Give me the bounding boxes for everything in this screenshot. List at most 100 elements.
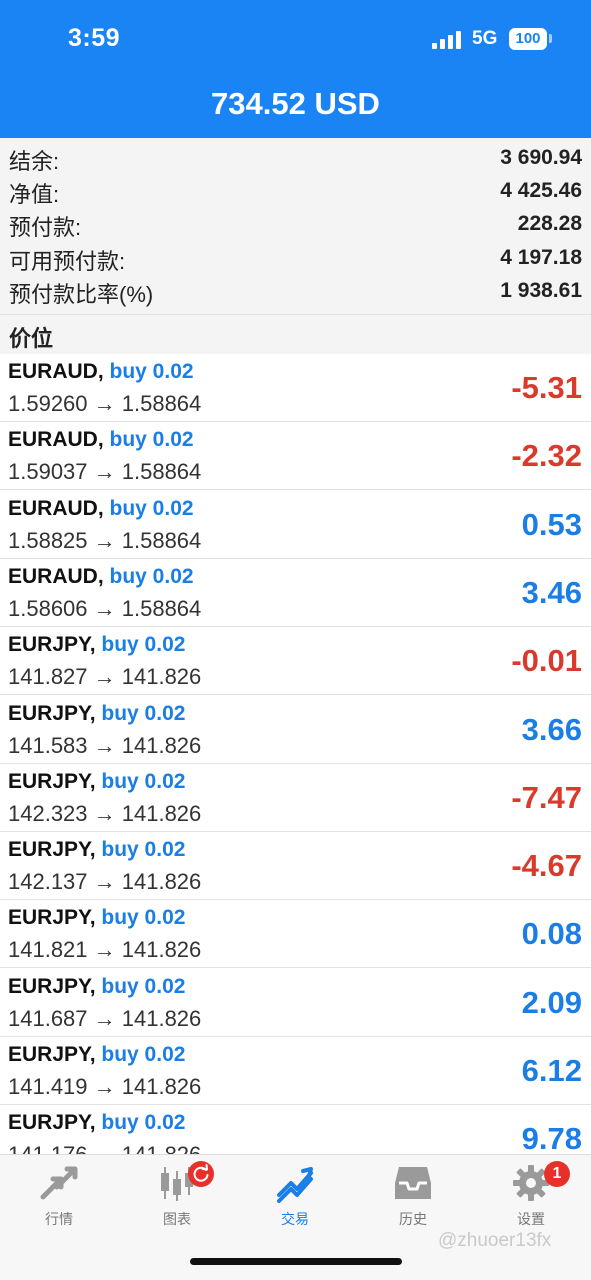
position-profit: -4.67 — [511, 848, 582, 884]
position-profit: -5.31 — [511, 370, 582, 405]
summary-value: 4 197.18 — [500, 246, 582, 269]
refresh-icon — [188, 1161, 214, 1187]
summary-value: 1 938.61 — [500, 279, 582, 302]
position-row[interactable]: EURJPY, buy 0.02 141.687 → 141.826 2.09 — [0, 968, 591, 1037]
summary-label: 预付款比率(%) — [9, 282, 154, 307]
position-symbol: EURJPY, — [8, 769, 96, 793]
tab-label: 设置 — [517, 1211, 545, 1227]
position-symbol: EURJPY, — [8, 838, 96, 862]
watermark: @zhuoer13fx — [438, 1230, 552, 1251]
position-profit: -0.01 — [511, 643, 582, 679]
tab-charts[interactable]: 图表 — [118, 1161, 236, 1239]
position-type: buy 0.02 — [101, 838, 186, 862]
home-indicator[interactable] — [190, 1258, 402, 1265]
position-symbol: EURJPY, — [8, 1043, 96, 1066]
summary-label: 预付款: — [9, 215, 82, 240]
position-symbol: EURAUD, — [8, 564, 104, 588]
quotes-arrows-icon — [40, 1166, 78, 1200]
position-prices: 142.323 → 141.826 — [8, 800, 202, 826]
position-prices: 141.176 → 141.826 — [8, 1142, 201, 1154]
tab-label: 图表 — [163, 1211, 191, 1227]
position-prices: 1.59037 → 1.58864 — [8, 459, 202, 485]
position-row[interactable]: EURAUD, buy 0.02 1.59260 → 1.58864 -5.31 — [0, 354, 591, 422]
tab-settings[interactable]: 1 设置 — [472, 1161, 590, 1239]
position-type: buy 0.02 — [101, 906, 186, 930]
tab-label: 交易 — [281, 1211, 309, 1227]
position-row[interactable]: EURJPY, buy 0.02 142.323 → 141.826 -7.47 — [0, 763, 591, 832]
settings-badge: 1 — [544, 1161, 570, 1187]
position-title: EURAUD, buy 0.02 — [8, 497, 194, 521]
position-symbol: EURAUD, — [8, 496, 104, 520]
position-type: buy 0.02 — [101, 769, 186, 793]
position-prices: 1.58825 → 1.58864 — [8, 527, 202, 553]
position-title: EURJPY, buy 0.02 — [8, 770, 185, 794]
position-profit: -7.47 — [511, 779, 582, 815]
position-symbol: EURAUD, — [8, 428, 104, 452]
battery-tip — [549, 34, 552, 43]
position-prices: 1.58606 → 1.58864 — [8, 595, 202, 621]
position-title: EURJPY, buy 0.02 — [8, 702, 185, 726]
position-profit: 3.46 — [521, 574, 582, 610]
summary-label: 结余: — [9, 149, 60, 174]
position-prices: 141.687 → 141.826 — [8, 1005, 202, 1031]
summary-row-margin: 预付款: 228.28 — [0, 208, 591, 241]
position-row[interactable]: EURJPY, buy 0.02 141.583 → 141.826 3.66 — [0, 695, 591, 764]
position-row[interactable]: EURJPY, buy 0.02 141.176 → 141.826 9.78 — [0, 1105, 591, 1154]
tab-quotes[interactable]: 行情 — [0, 1163, 118, 1239]
position-profit: 0.08 — [521, 916, 582, 952]
position-profit: 3.66 — [521, 711, 582, 747]
history-tray-icon — [395, 1167, 431, 1199]
position-symbol: EURJPY, — [8, 974, 96, 998]
position-prices: 141.583 → 141.826 — [8, 732, 202, 758]
position-type: buy 0.02 — [101, 701, 186, 725]
position-prices: 1.59260 → 1.58864 — [8, 391, 202, 416]
position-row[interactable]: EURJPY, buy 0.02 142.137 → 141.826 -4.67 — [0, 832, 591, 901]
summary-label: 可用预付款: — [9, 249, 126, 274]
position-type: buy 0.02 — [109, 564, 194, 588]
battery-icon: 100 — [509, 28, 547, 50]
summary-label: 净值: — [9, 182, 60, 207]
tab-label: 行情 — [45, 1211, 73, 1227]
summary-value: 228.28 — [517, 212, 582, 235]
position-symbol: EURJPY, — [8, 633, 96, 657]
summary-row-margin-level: 预付款比率(%) 1 938.61 — [0, 275, 591, 308]
status-time: 3:59 — [68, 24, 121, 52]
tab-trade[interactable]: 交易 — [236, 1163, 354, 1239]
position-row[interactable]: EURJPY, buy 0.02 141.827 → 141.826 -0.01 — [0, 627, 591, 696]
position-symbol: EURJPY, — [8, 1111, 96, 1135]
position-row[interactable]: EURJPY, buy 0.02 141.419 → 141.826 6.12 — [0, 1037, 591, 1105]
position-profit: -2.32 — [511, 438, 582, 474]
position-type: buy 0.02 — [109, 496, 194, 520]
trade-trend-icon — [277, 1167, 313, 1203]
positions-list[interactable]: EURAUD, buy 0.02 1.59260 → 1.58864 -5.31 EU… — [0, 354, 591, 1154]
position-type: buy 0.02 — [101, 1043, 186, 1066]
position-prices: 141.821 → 141.826 — [8, 937, 202, 963]
position-title: EURJPY, buy 0.02 — [8, 1043, 185, 1067]
network-type: 5G — [472, 28, 498, 49]
position-row[interactable]: EURAUD, buy 0.02 1.59037 → 1.58864 -2.32 — [0, 422, 591, 491]
position-prices: 142.137 → 141.826 — [8, 869, 202, 895]
position-type: buy 0.02 — [109, 428, 194, 452]
position-profit: 9.78 — [521, 1121, 582, 1154]
position-type: buy 0.02 — [101, 974, 186, 998]
page-title: 734.52 USD — [211, 86, 380, 121]
summary-row-free-margin: 可用预付款: 4 197.18 — [0, 242, 591, 275]
position-type: buy 0.02 — [101, 1111, 186, 1135]
position-profit: 0.53 — [521, 506, 582, 542]
position-row[interactable]: EURJPY, buy 0.02 141.821 → 141.826 0.08 — [0, 900, 591, 969]
position-type: buy 0.02 — [101, 633, 186, 657]
position-profit: 2.09 — [521, 984, 582, 1020]
summary-value: 4 425.46 — [500, 179, 582, 202]
position-prices: 141.419 → 141.826 — [8, 1074, 202, 1099]
summary-row-balance: 结余: 3 690.94 — [0, 142, 591, 175]
tab-history[interactable]: 历史 — [354, 1163, 472, 1239]
cellular-signal-icon — [432, 31, 462, 49]
position-title: EURAUD, buy 0.02 — [8, 565, 194, 589]
position-title: EURAUD, buy 0.02 — [8, 428, 194, 452]
summary-value: 3 690.94 — [500, 146, 582, 169]
account-summary: 结余: 3 690.94 净值: 4 425.46 预付款: 228.28 可用… — [0, 138, 591, 314]
section-header-positions: 价位 — [0, 314, 591, 354]
header-bar: 3:59 5G 100 734.52 USD — [0, 0, 591, 138]
position-row[interactable]: EURAUD, buy 0.02 1.58825 → 1.58864 0.53 — [0, 490, 591, 559]
position-row[interactable]: EURAUD, buy 0.02 1.58606 → 1.58864 3.46 — [0, 558, 591, 627]
